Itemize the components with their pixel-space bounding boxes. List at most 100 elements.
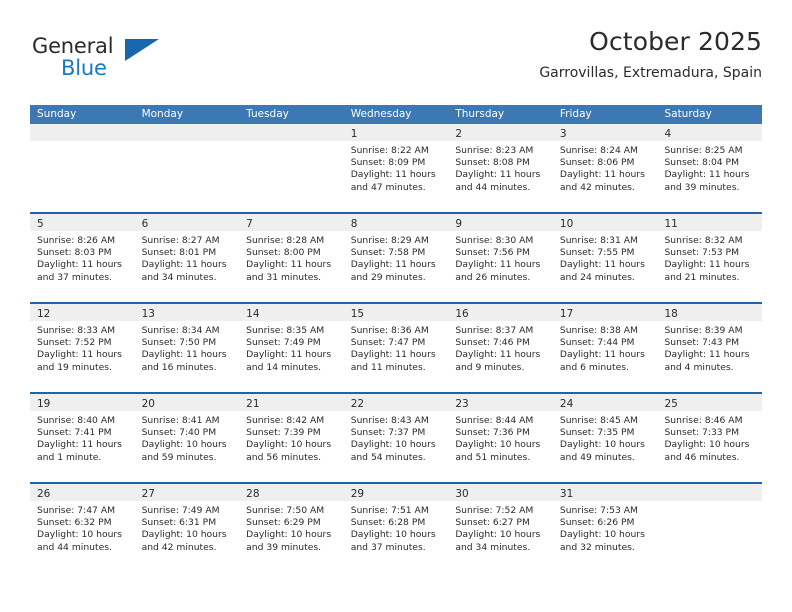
day-number-band: 6 bbox=[134, 214, 240, 231]
daylight-text: Daylight: 10 hours and 42 minutes. bbox=[141, 529, 227, 553]
logo-text-blue: Blue bbox=[61, 56, 107, 80]
day-cell[interactable] bbox=[239, 124, 344, 212]
day-number-band: 3 bbox=[552, 124, 658, 141]
day-cell-body: Sunrise: 7:52 AM Sunset: 6:27 PM Dayligh… bbox=[448, 501, 553, 572]
daylight-text: Daylight: 11 hours and 26 minutes. bbox=[455, 259, 541, 283]
day-cell[interactable]: 31 Sunrise: 7:53 AM Sunset: 6:26 PM Dayl… bbox=[552, 484, 658, 572]
general-blue-logo: General Blue bbox=[32, 36, 162, 84]
daylight-text: Daylight: 11 hours and 42 minutes. bbox=[559, 169, 645, 193]
day-cell[interactable]: 15 Sunrise: 8:36 AM Sunset: 7:47 PM Dayl… bbox=[343, 304, 449, 392]
day-number-band: 7 bbox=[239, 214, 344, 231]
day-cell[interactable] bbox=[657, 484, 763, 572]
day-cell-body: Sunrise: 8:24 AM Sunset: 8:06 PM Dayligh… bbox=[552, 141, 658, 212]
daylight-text: Daylight: 11 hours and 1 minute. bbox=[37, 439, 122, 463]
weekday-header-friday: Friday bbox=[559, 108, 592, 120]
day-number-band bbox=[134, 124, 240, 141]
day-cell-body: Sunrise: 8:34 AM Sunset: 7:50 PM Dayligh… bbox=[134, 321, 240, 392]
sunset-text: Sunset: 7:37 PM bbox=[350, 427, 426, 439]
day-cell[interactable]: 19 Sunrise: 8:40 AM Sunset: 7:41 PM Dayl… bbox=[30, 394, 135, 482]
day-cell[interactable]: 26 Sunrise: 7:47 AM Sunset: 6:32 PM Dayl… bbox=[30, 484, 135, 572]
day-cell-body: Sunrise: 8:33 AM Sunset: 7:52 PM Dayligh… bbox=[30, 321, 135, 392]
day-cell-body: Sunrise: 8:32 AM Sunset: 7:53 PM Dayligh… bbox=[657, 231, 763, 302]
day-cell[interactable] bbox=[30, 124, 135, 212]
day-cell-body: Sunrise: 8:40 AM Sunset: 7:41 PM Dayligh… bbox=[30, 411, 135, 482]
day-cell[interactable]: 6 Sunrise: 8:27 AM Sunset: 8:01 PM Dayli… bbox=[134, 214, 240, 302]
page-subtitle: Garrovillas, Extremadura, Spain bbox=[539, 64, 762, 81]
day-cell[interactable]: 27 Sunrise: 7:49 AM Sunset: 6:31 PM Dayl… bbox=[134, 484, 240, 572]
day-cell[interactable]: 10 Sunrise: 8:31 AM Sunset: 7:55 PM Dayl… bbox=[552, 214, 658, 302]
day-cell[interactable]: 17 Sunrise: 8:38 AM Sunset: 7:44 PM Dayl… bbox=[552, 304, 658, 392]
day-cell[interactable]: 14 Sunrise: 8:35 AM Sunset: 7:49 PM Dayl… bbox=[239, 304, 344, 392]
day-cell[interactable]: 11 Sunrise: 8:32 AM Sunset: 7:53 PM Dayl… bbox=[657, 214, 763, 302]
day-cell[interactable]: 5 Sunrise: 8:26 AM Sunset: 8:03 PM Dayli… bbox=[30, 214, 135, 302]
daylight-text: Daylight: 11 hours and 14 minutes. bbox=[246, 349, 332, 373]
day-number-band: 18 bbox=[657, 304, 763, 321]
day-cell[interactable]: 9 Sunrise: 8:30 AM Sunset: 7:56 PM Dayli… bbox=[448, 214, 553, 302]
day-cell[interactable]: 16 Sunrise: 8:37 AM Sunset: 7:46 PM Dayl… bbox=[448, 304, 553, 392]
day-cell[interactable]: 2 Sunrise: 8:23 AM Sunset: 8:08 PM Dayli… bbox=[448, 124, 553, 212]
day-cell[interactable]: 7 Sunrise: 8:28 AM Sunset: 8:00 PM Dayli… bbox=[239, 214, 344, 302]
day-cell-body: Sunrise: 8:42 AM Sunset: 7:39 PM Dayligh… bbox=[239, 411, 344, 482]
daylight-text: Daylight: 10 hours and 49 minutes. bbox=[559, 439, 645, 463]
day-number-band: 30 bbox=[448, 484, 553, 501]
day-cell[interactable]: 8 Sunrise: 8:29 AM Sunset: 7:58 PM Dayli… bbox=[343, 214, 449, 302]
day-cell-body: Sunrise: 8:29 AM Sunset: 7:58 PM Dayligh… bbox=[343, 231, 449, 302]
sunrise-text: Sunrise: 8:26 AM bbox=[37, 235, 116, 246]
day-number-band: 29 bbox=[343, 484, 449, 501]
sunrise-text: Sunrise: 8:30 AM bbox=[455, 235, 534, 246]
sunset-text: Sunset: 7:52 PM bbox=[37, 337, 112, 349]
day-cell[interactable]: 4 Sunrise: 8:25 AM Sunset: 8:04 PM Dayli… bbox=[657, 124, 763, 212]
sunset-text: Sunset: 8:03 PM bbox=[37, 247, 112, 259]
sunset-text: Sunset: 6:31 PM bbox=[141, 517, 217, 529]
day-number: 12 bbox=[37, 308, 51, 320]
daylight-text: Daylight: 11 hours and 34 minutes. bbox=[141, 259, 227, 283]
day-cell[interactable]: 22 Sunrise: 8:43 AM Sunset: 7:37 PM Dayl… bbox=[343, 394, 449, 482]
day-cell[interactable]: 20 Sunrise: 8:41 AM Sunset: 7:40 PM Dayl… bbox=[134, 394, 240, 482]
day-cell[interactable]: 12 Sunrise: 8:33 AM Sunset: 7:52 PM Dayl… bbox=[30, 304, 135, 392]
day-number: 3 bbox=[559, 128, 567, 140]
day-cell-body: Sunrise: 8:46 AM Sunset: 7:33 PM Dayligh… bbox=[657, 411, 763, 482]
day-number: 13 bbox=[141, 308, 155, 320]
day-cell[interactable]: 23 Sunrise: 8:44 AM Sunset: 7:36 PM Dayl… bbox=[448, 394, 553, 482]
day-cell-body: Sunrise: 7:50 AM Sunset: 6:29 PM Dayligh… bbox=[239, 501, 344, 572]
day-number: 23 bbox=[455, 398, 469, 410]
weekday-header-sunday: Sunday bbox=[37, 108, 77, 120]
calendar-page: General Blue October 2025 Garrovillas, E… bbox=[0, 0, 792, 612]
day-cell[interactable]: 28 Sunrise: 7:50 AM Sunset: 6:29 PM Dayl… bbox=[239, 484, 344, 572]
day-number-band: 21 bbox=[239, 394, 344, 411]
day-number-band: 9 bbox=[448, 214, 553, 231]
day-cell-body: Sunrise: 7:47 AM Sunset: 6:32 PM Dayligh… bbox=[30, 501, 135, 572]
day-cell[interactable]: 13 Sunrise: 8:34 AM Sunset: 7:50 PM Dayl… bbox=[134, 304, 240, 392]
day-cell-body: Sunrise: 8:44 AM Sunset: 7:36 PM Dayligh… bbox=[448, 411, 553, 482]
logo-triangle-icon bbox=[125, 39, 159, 61]
day-cell[interactable]: 25 Sunrise: 8:46 AM Sunset: 7:33 PM Dayl… bbox=[657, 394, 763, 482]
day-number-band: 2 bbox=[448, 124, 553, 141]
day-cell-body: Sunrise: 8:39 AM Sunset: 7:43 PM Dayligh… bbox=[657, 321, 763, 392]
day-number-band: 1 bbox=[343, 124, 449, 141]
day-cell[interactable]: 21 Sunrise: 8:42 AM Sunset: 7:39 PM Dayl… bbox=[239, 394, 344, 482]
day-cell[interactable]: 1 Sunrise: 8:22 AM Sunset: 8:09 PM Dayli… bbox=[343, 124, 449, 212]
day-cell[interactable]: 18 Sunrise: 8:39 AM Sunset: 7:43 PM Dayl… bbox=[657, 304, 763, 392]
day-number-band: 19 bbox=[30, 394, 135, 411]
sunset-text: Sunset: 6:26 PM bbox=[559, 517, 635, 529]
day-cell[interactable] bbox=[134, 124, 240, 212]
sunset-text: Sunset: 8:09 PM bbox=[350, 157, 426, 169]
day-number: 2 bbox=[455, 128, 462, 140]
day-cell-body bbox=[134, 141, 240, 212]
sunrise-text: Sunrise: 8:43 AM bbox=[350, 415, 429, 426]
day-cell[interactable]: 24 Sunrise: 8:45 AM Sunset: 7:35 PM Dayl… bbox=[552, 394, 658, 482]
day-number-band bbox=[30, 124, 135, 141]
day-number-band: 13 bbox=[134, 304, 240, 321]
sunrise-text: Sunrise: 8:41 AM bbox=[141, 415, 220, 426]
day-cell[interactable]: 3 Sunrise: 8:24 AM Sunset: 8:06 PM Dayli… bbox=[552, 124, 658, 212]
day-cell[interactable]: 29 Sunrise: 7:51 AM Sunset: 6:28 PM Dayl… bbox=[343, 484, 449, 572]
sunset-text: Sunset: 8:06 PM bbox=[559, 157, 635, 169]
day-number: 24 bbox=[559, 398, 574, 410]
daylight-text: Daylight: 10 hours and 46 minutes. bbox=[664, 439, 750, 463]
sunrise-text: Sunrise: 7:52 AM bbox=[455, 505, 534, 516]
daylight-text: Daylight: 10 hours and 34 minutes. bbox=[455, 529, 541, 553]
sunset-text: Sunset: 7:49 PM bbox=[246, 337, 321, 349]
day-cell[interactable]: 30 Sunrise: 7:52 AM Sunset: 6:27 PM Dayl… bbox=[448, 484, 553, 572]
sunrise-text: Sunrise: 7:51 AM bbox=[350, 505, 429, 516]
day-number: 27 bbox=[141, 488, 155, 500]
